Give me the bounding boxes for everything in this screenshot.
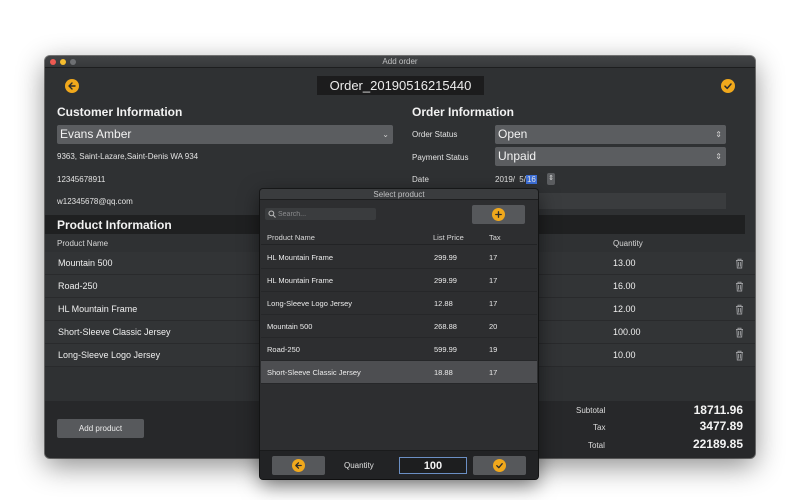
payment-status-label: Payment Status	[412, 153, 469, 162]
dialog-product-price: 299.99	[434, 276, 457, 285]
dialog-product-price: 12.88	[434, 299, 453, 308]
dialog-back-button[interactable]	[272, 456, 325, 475]
dialog-product-row[interactable]: Long-Sleeve Logo Jersey 12.88 17	[261, 292, 537, 315]
dialog-product-name: Long-Sleeve Logo Jersey	[267, 299, 353, 308]
order-note-field[interactable]	[538, 193, 726, 209]
up-down-arrows-icon: ⇕	[548, 175, 554, 182]
product-name: HL Mountain Frame	[58, 304, 138, 314]
back-arrow-icon	[68, 82, 76, 90]
dialog-product-tax: 17	[489, 299, 498, 308]
product-name: Long-Sleeve Logo Jersey	[58, 350, 161, 360]
order-info-heading: Order Information	[412, 105, 515, 119]
dialog-product-tax: 17	[489, 253, 498, 262]
subtotal-label: Subtotal	[576, 406, 606, 415]
dialog-product-name: Road-250	[267, 345, 300, 354]
add-product-button[interactable]: Add product	[57, 419, 144, 438]
customer-address: 9363, Saint-Lazare,Saint-Denis WA 934	[57, 152, 199, 161]
trash-icon[interactable]	[735, 350, 744, 361]
tax-value: 3477.89	[699, 419, 743, 433]
dialog-col-tax: Tax	[489, 233, 501, 242]
dialog-product-price: 299.99	[434, 253, 457, 262]
dialog-title: Select product	[373, 190, 425, 199]
product-quantity[interactable]: 13.00	[613, 252, 636, 275]
confirm-check-icon	[493, 459, 506, 472]
payment-status-value: Unpaid	[498, 149, 537, 163]
dialog-product-tax: 17	[489, 276, 498, 285]
title-bar[interactable]: Add order	[45, 56, 755, 68]
dialog-product-name: HL Mountain Frame	[267, 253, 333, 262]
product-info-heading: Product Information	[57, 218, 172, 232]
new-product-button[interactable]	[472, 205, 525, 224]
payment-status-select[interactable]: Unpaid ⇕	[495, 147, 726, 166]
product-name: Short-Sleeve Classic Jersey	[58, 327, 171, 337]
up-down-arrows-icon: ⇕	[715, 152, 722, 161]
trash-icon[interactable]	[735, 281, 744, 292]
tax-label: Tax	[593, 423, 606, 432]
product-quantity[interactable]: 16.00	[613, 275, 636, 298]
dialog-product-row[interactable]: HL Mountain Frame 299.99 17	[261, 269, 537, 292]
product-name: Mountain 500	[58, 258, 113, 268]
customer-name: Evans Amber	[60, 127, 132, 141]
customer-email: w12345678@qq.com	[57, 197, 133, 206]
search-icon	[268, 210, 276, 218]
confirm-order-button[interactable]	[721, 79, 735, 93]
up-down-arrows-icon: ⇕	[715, 130, 722, 139]
date-month[interactable]: 5/	[519, 175, 526, 184]
customer-select[interactable]: Evans Amber ⌄	[57, 125, 393, 144]
dialog-product-row[interactable]: Road-250 599.99 19	[261, 338, 537, 361]
order-name-field[interactable]: Order_20190516215440	[317, 76, 484, 95]
window-title: Add order	[382, 57, 418, 66]
dialog-confirm-button[interactable]	[473, 456, 526, 475]
dialog-product-price: 18.88	[434, 368, 453, 377]
order-status-select[interactable]: Open ⇕	[495, 125, 726, 144]
add-plus-icon	[492, 208, 505, 221]
quantity-label: Quantity	[344, 461, 374, 470]
product-quantity[interactable]: 10.00	[613, 344, 636, 367]
trash-icon[interactable]	[735, 327, 744, 338]
customer-phone: 12345678911	[57, 175, 106, 184]
order-status-label: Order Status	[412, 130, 458, 139]
date-day[interactable]: 16	[525, 175, 537, 184]
back-arrow-icon	[292, 459, 305, 472]
dialog-product-price: 268.88	[434, 322, 457, 331]
select-product-dialog: Select product Product Name List Price T…	[260, 189, 538, 479]
dialog-title-bar: Select product	[260, 189, 538, 200]
dialog-product-tax: 17	[489, 368, 498, 377]
product-quantity[interactable]: 12.00	[613, 298, 636, 321]
product-quantity[interactable]: 100.00	[613, 321, 641, 344]
dialog-footer: Quantity	[260, 450, 538, 479]
dialog-product-name: HL Mountain Frame	[267, 276, 333, 285]
dialog-product-tax: 19	[489, 345, 498, 354]
total-value: 22189.85	[692, 437, 743, 451]
customer-info-heading: Customer Information	[57, 105, 183, 119]
confirm-check-icon	[724, 83, 732, 90]
quantity-input[interactable]	[399, 457, 467, 474]
subtotal-value: 18711.96	[693, 403, 743, 417]
dialog-product-tax: 20	[489, 322, 498, 331]
dialog-col-price: List Price	[433, 233, 464, 242]
total-label: Total	[588, 441, 605, 450]
date-label: Date	[412, 175, 429, 184]
dialog-col-name: Product Name	[267, 233, 315, 242]
dialog-product-name: Short-Sleeve Classic Jersey	[267, 368, 361, 377]
date-year[interactable]: 2019/	[495, 175, 515, 184]
trash-icon[interactable]	[735, 258, 744, 269]
dialog-product-name: Mountain 500	[267, 322, 313, 331]
search-input[interactable]	[278, 208, 374, 220]
product-name: Road-250	[58, 281, 98, 291]
order-status-value: Open	[498, 127, 528, 141]
chevron-down-icon: ⌄	[382, 130, 389, 139]
dialog-product-row[interactable]: Short-Sleeve Classic Jersey 18.88 17	[261, 361, 537, 384]
product-search[interactable]	[265, 208, 376, 220]
dialog-product-row[interactable]: HL Mountain Frame 299.99 17	[261, 246, 537, 269]
dialog-product-row[interactable]: Mountain 500 268.88 20	[261, 315, 537, 338]
dialog-header-divider	[261, 244, 537, 245]
dialog-product-price: 599.99	[434, 345, 457, 354]
date-stepper[interactable]: ⇕	[547, 173, 555, 185]
back-button[interactable]	[65, 79, 79, 93]
col-product-name: Product Name	[57, 239, 109, 248]
trash-icon[interactable]	[735, 304, 744, 315]
date-picker[interactable]: 2019/ 5/16	[495, 175, 537, 184]
col-quantity: Quantity	[613, 239, 643, 248]
